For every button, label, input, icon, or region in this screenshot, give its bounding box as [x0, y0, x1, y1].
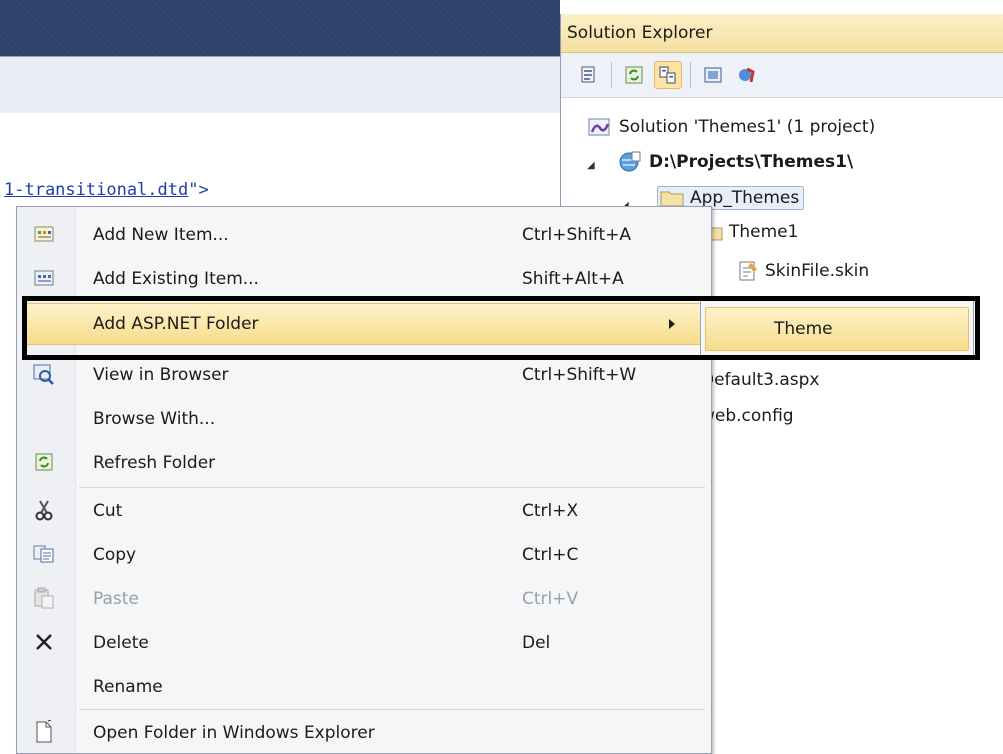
open-folder-icon: [33, 720, 55, 743]
refresh-icon: [33, 451, 55, 473]
properties-button[interactable]: [575, 61, 603, 89]
tree-label-solution: Solution 'Themes1' (1 project): [619, 117, 876, 137]
aspnet-folder-submenu: Theme: [700, 300, 974, 360]
context-menu: Add New Item... Ctrl+Shift+A Add Existin…: [16, 206, 712, 754]
submenu-item-theme[interactable]: Theme: [705, 307, 969, 351]
code-dtd-url: 1-transitional.dtd: [4, 180, 189, 200]
tree-node-project[interactable]: D:\Projects\Themes1\: [617, 150, 853, 174]
solution-explorer-title: Solution Explorer: [561, 14, 1003, 53]
tree-node-theme1[interactable]: Theme1: [701, 222, 798, 242]
menu-item-add-existing-item[interactable]: Add Existing Item... Shift+Alt+A: [17, 259, 709, 299]
solution-icon: [588, 118, 610, 136]
tree-node-solution[interactable]: Solution 'Themes1' (1 project): [587, 116, 875, 138]
copy-website-icon: [739, 67, 755, 83]
menu-item-add-aspnet-folder[interactable]: Add ASP.NET Folder: [23, 303, 705, 345]
code-tag-end: ">: [188, 180, 209, 200]
add-new-item-icon: [33, 223, 55, 245]
properties-icon: [581, 66, 595, 83]
paste-icon: [33, 587, 55, 609]
tree-label-theme1: Theme1: [729, 222, 799, 242]
menu-item-browse-with[interactable]: Browse With...: [17, 399, 709, 439]
code-line-doctype: 1-transitional.dtd">: [4, 180, 209, 200]
web-project-icon: [619, 151, 641, 172]
tree-label-skin-file: SkinFile.skin: [765, 261, 870, 281]
view-designer-button[interactable]: [699, 61, 727, 89]
menu-separator: [79, 709, 705, 710]
tree-label-web-config: web.config: [701, 406, 794, 426]
menu-item-paste[interactable]: Paste Ctrl+V: [17, 579, 709, 619]
scissors-icon: [33, 499, 55, 521]
menu-item-delete[interactable]: Delete Del: [17, 623, 709, 663]
refresh-icon: [625, 66, 643, 84]
tree-label-app-themes: App_Themes: [690, 188, 800, 208]
copy-website-button[interactable]: [733, 61, 761, 89]
view-designer-icon: [704, 67, 722, 83]
menu-item-open-folder-in-explorer[interactable]: Open Folder in Windows Explorer: [17, 713, 709, 753]
submenu-arrow-icon: [669, 319, 675, 329]
editor-title-band: [0, 0, 560, 56]
tree-label-default3: Default3.aspx: [701, 370, 820, 390]
tree-label-project: D:\Projects\Themes1\: [649, 152, 854, 172]
expander-project[interactable]: ◢: [587, 160, 595, 171]
menu-item-copy[interactable]: Copy Ctrl+C: [17, 535, 709, 575]
menu-separator: [79, 487, 705, 488]
delete-x-icon: [33, 631, 55, 653]
nest-files-icon: [659, 66, 676, 84]
menu-item-add-new-item[interactable]: Add New Item... Ctrl+Shift+A: [17, 215, 709, 255]
add-existing-item-icon: [33, 267, 55, 289]
solution-explorer-toolbar: [561, 53, 1003, 98]
menu-item-refresh-folder[interactable]: Refresh Folder: [17, 443, 709, 483]
tree-node-default3[interactable]: Default3.aspx: [701, 370, 819, 390]
menu-item-rename[interactable]: Rename: [17, 667, 709, 707]
copy-icon: [33, 543, 55, 565]
nest-related-files-button[interactable]: [654, 61, 682, 89]
tree-node-skin-file[interactable]: SkinFile.skin: [737, 260, 869, 282]
folder-icon: [660, 191, 684, 207]
refresh-button[interactable]: [620, 61, 648, 89]
toolbar-separator: [611, 62, 612, 88]
toolbar-separator: [690, 62, 691, 88]
menu-item-view-in-browser[interactable]: View in Browser Ctrl+Shift+W: [17, 355, 709, 395]
view-in-browser-icon: [33, 363, 55, 385]
editor-tab-strip: [0, 56, 560, 114]
tree-node-web-config[interactable]: web.config: [701, 406, 794, 426]
menu-item-cut[interactable]: Cut Ctrl+X: [17, 491, 709, 531]
skin-file-icon: [739, 261, 757, 281]
